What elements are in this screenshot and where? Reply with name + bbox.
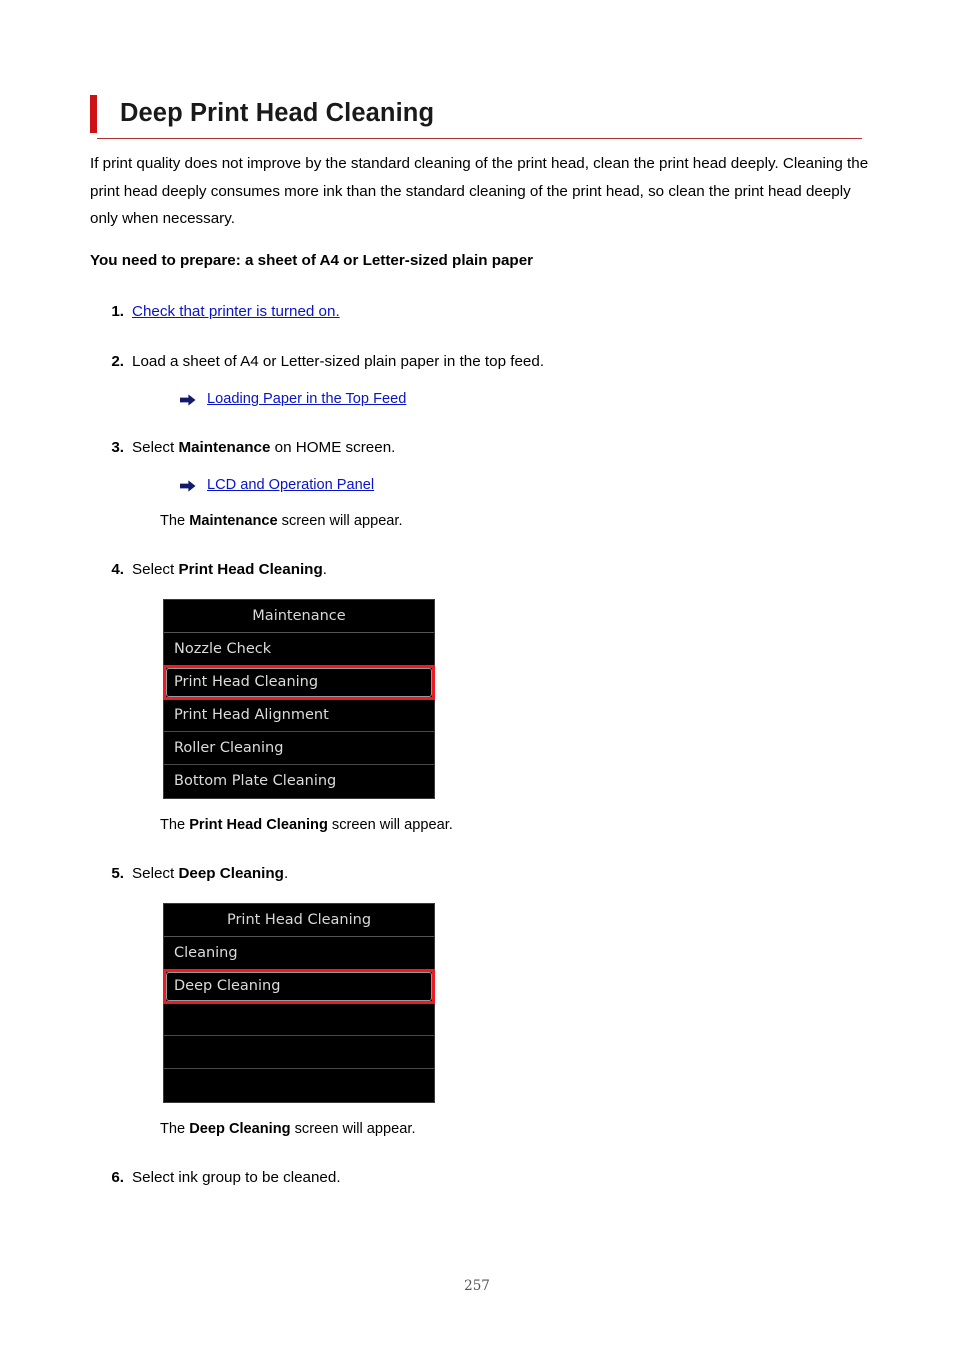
lcd-print-head-cleaning-title: Print Head Cleaning — [164, 904, 434, 937]
lcd-phc-item-deep-cleaning[interactable]: Deep Cleaning — [163, 969, 435, 1004]
step-4-text-bold: Print Head Cleaning — [178, 561, 323, 578]
lcd-maintenance-item-bottom-plate-cleaning[interactable]: Bottom Plate Cleaning — [164, 765, 434, 798]
step-6-body: Select ink group to be cleaned. — [132, 1169, 341, 1186]
title-divider — [97, 138, 862, 139]
lcd-item-label: Print Head Cleaning — [174, 674, 319, 690]
step-3-text-bold: Maintenance — [178, 439, 271, 456]
lcd-maintenance-item-print-head-alignment[interactable]: Print Head Alignment — [164, 699, 434, 732]
step-5-note-pre: The — [160, 1121, 190, 1137]
lcd-item-label: Nozzle Check — [174, 641, 272, 657]
lcd-phc-item-cleaning[interactable]: Cleaning — [164, 937, 434, 970]
lcd-item-label: Cleaning — [174, 945, 238, 961]
page-number: 257 — [464, 1278, 490, 1294]
link-check-printer-turned-on[interactable]: Check that printer is turned on. — [132, 303, 340, 320]
document-content: If print quality does not improve by the… — [90, 150, 880, 1217]
step-2-number: 2. — [111, 353, 124, 370]
step-4-note-post: screen will appear. — [327, 817, 453, 833]
step-4-note-pre: The — [160, 817, 190, 833]
step-4-body: Select Print Head Cleaning. — [132, 559, 880, 581]
step-4-text-pre: Select — [132, 561, 179, 578]
step-3-number: 3. — [111, 439, 124, 456]
title-row: Deep Print Head Cleaning — [90, 95, 862, 133]
document-page: Deep Print Head Cleaning If print qualit… — [0, 0, 954, 1350]
step-4-number: 4. — [111, 561, 124, 578]
step-2-body: Load a sheet of A4 or Letter-sized plain… — [132, 351, 880, 373]
lcd-item-label: Roller Cleaning — [174, 740, 284, 756]
link-lcd-and-operation-panel[interactable]: LCD and Operation Panel — [207, 475, 374, 495]
step-5-note-bold: Deep Cleaning — [189, 1121, 291, 1137]
step-5-text-bold: Deep Cleaning — [178, 865, 284, 882]
step-5-note-post: screen will appear. — [290, 1121, 416, 1137]
step-6-number: 6. — [111, 1169, 124, 1186]
intro-paragraph: If print quality does not improve by the… — [90, 155, 869, 227]
step-1-number: 1. — [111, 303, 124, 320]
step-5: 5. Select Deep Cleaning. Print Head Clea… — [90, 863, 880, 1139]
arrow-right-icon — [180, 393, 196, 407]
lcd-item-label: Deep Cleaning — [174, 978, 281, 994]
lcd-screen-maintenance: Maintenance Nozzle Check Print Head Clea… — [163, 599, 435, 799]
step-2-text: Load a sheet of A4 or Letter-sized plain… — [132, 353, 545, 370]
step-5-note: The Deep Cleaning screen will appear. — [160, 1119, 880, 1139]
arrow-right-icon — [180, 479, 196, 493]
step-3-note-post: screen will appear. — [277, 513, 403, 529]
step-3-note-bold: Maintenance — [189, 513, 278, 529]
lcd-phc-item-empty-1 — [164, 1003, 434, 1036]
step-3-note-pre: The — [160, 513, 190, 529]
page-title: Deep Print Head Cleaning — [120, 99, 435, 128]
step-5-number: 5. — [111, 865, 124, 882]
step-5-text-post: . — [283, 865, 289, 882]
lcd-phc-item-empty-2 — [164, 1036, 434, 1069]
page-title-block: Deep Print Head Cleaning — [90, 95, 862, 139]
step-5-text-pre: Select — [132, 865, 179, 882]
lcd-phc-item-empty-3 — [164, 1069, 434, 1102]
step-4-note-bold: Print Head Cleaning — [189, 817, 328, 833]
lcd-maintenance-item-nozzle-check[interactable]: Nozzle Check — [164, 633, 434, 666]
step-4-note: The Print Head Cleaning screen will appe… — [160, 815, 880, 835]
lcd-item-label: Bottom Plate Cleaning — [174, 773, 337, 789]
step-1-body: Check that printer is turned on. — [132, 301, 880, 323]
step-3: 3. Select Maintenance on HOME screen. LC… — [90, 437, 880, 531]
lcd-item-label: Print Head Alignment — [174, 707, 329, 723]
steps-list: 1. Check that printer is turned on. 2. L… — [90, 301, 880, 1189]
step-3-body: Select Maintenance on HOME screen. — [132, 437, 880, 459]
step-6: 6. Select ink group to be cleaned. — [90, 1167, 880, 1189]
title-accent-bar-icon — [90, 95, 97, 133]
step-3-note: The Maintenance screen will appear. — [160, 511, 880, 531]
step-2: 2. Load a sheet of A4 or Letter-sized pl… — [90, 351, 880, 409]
prepare-note: You need to prepare: a sheet of A4 or Le… — [90, 251, 534, 269]
step-3-sublink-row: LCD and Operation Panel — [180, 475, 880, 495]
lcd-maintenance-title: Maintenance — [164, 600, 434, 633]
link-loading-paper-top-feed[interactable]: Loading Paper in the Top Feed — [207, 389, 406, 409]
step-4-text-post: . — [322, 561, 327, 578]
step-1: 1. Check that printer is turned on. — [90, 301, 880, 323]
lcd-maintenance-item-print-head-cleaning[interactable]: Print Head Cleaning — [163, 665, 435, 700]
step-5-body: Select Deep Cleaning. — [132, 863, 880, 885]
step-3-text-post: on HOME screen. — [270, 439, 396, 456]
lcd-screen-print-head-cleaning: Print Head Cleaning Cleaning Deep Cleani… — [163, 903, 435, 1103]
step-2-sublink-row: Loading Paper in the Top Feed — [180, 389, 880, 409]
lcd-maintenance-item-roller-cleaning[interactable]: Roller Cleaning — [164, 732, 434, 765]
step-3-text-pre: Select — [132, 439, 179, 456]
step-4: 4. Select Print Head Cleaning. Maintenan… — [90, 559, 880, 835]
